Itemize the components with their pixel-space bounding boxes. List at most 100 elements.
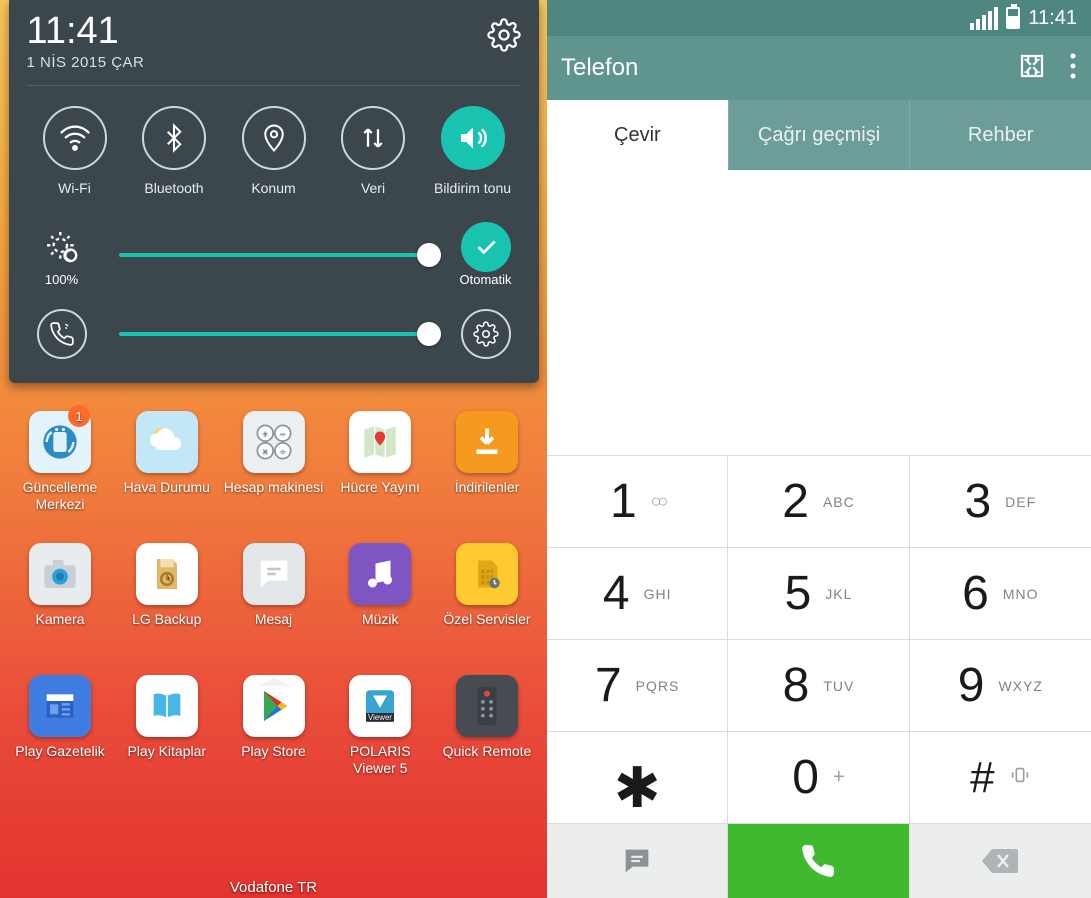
ringer-slider[interactable]: [119, 332, 429, 336]
brightness-label: 100%: [45, 272, 78, 287]
calc-icon: +−× ÷: [243, 411, 305, 473]
sim-icon: [456, 543, 518, 605]
svg-text:×: ×: [262, 446, 268, 458]
tab-bar: Çevir Çağrı geçmişi Rehber: [547, 100, 1091, 170]
volume-row: [27, 309, 521, 359]
status-time: 11:41: [1028, 7, 1077, 30]
key-3[interactable]: 3DEF: [910, 456, 1091, 548]
overflow-menu-button[interactable]: [1069, 51, 1077, 86]
app-polaris[interactable]: Viewer POLARIS Viewer 5: [330, 675, 430, 777]
key-2[interactable]: 2ABC: [728, 456, 909, 548]
app-music[interactable]: Müzik: [330, 543, 430, 645]
weather-icon: [136, 411, 198, 473]
key-7[interactable]: 7PQRS: [547, 640, 728, 732]
tab-history[interactable]: Çağrı geçmişi: [728, 100, 910, 170]
playstore-icon: [243, 675, 305, 737]
svg-text:÷: ÷: [279, 446, 285, 458]
app-camera[interactable]: Kamera: [10, 543, 110, 645]
brightness-auto-label: Otomatik: [459, 272, 511, 287]
key-4[interactable]: 4GHI: [547, 548, 728, 640]
app-playstore[interactable]: Play Store: [224, 675, 324, 777]
location-icon: [242, 106, 306, 170]
app-calc[interactable]: +−×÷ Hesap makinesi: [224, 411, 324, 513]
qs-location[interactable]: Konum: [228, 106, 320, 196]
backup-icon: [136, 543, 198, 605]
quick-settings-screen: 11:41 1 NİS 2015 ÇAR Wi-Fi Bluetooth: [0, 0, 547, 898]
message-icon: [243, 543, 305, 605]
app-remote[interactable]: Quick Remote: [437, 675, 537, 777]
settings-button[interactable]: [487, 18, 521, 57]
app-update[interactable]: 1 Güncelleme Merkezi: [10, 411, 110, 513]
app-bar: Telefon: [547, 36, 1091, 100]
badge: 1: [68, 405, 90, 427]
signal-icon: [970, 7, 998, 30]
books-icon: [136, 675, 198, 737]
qs-bluetooth[interactable]: Bluetooth: [128, 106, 220, 196]
clock: 11:41 1 NİS 2015 ÇAR: [27, 12, 145, 71]
qs-data[interactable]: Veri: [327, 106, 419, 196]
qs-sound[interactable]: Bildirim tonu: [427, 106, 519, 196]
action-bar: [547, 824, 1091, 898]
maps-icon: [349, 411, 411, 473]
brightness-icon[interactable]: [37, 222, 87, 272]
ringer-thumb[interactable]: [417, 322, 441, 346]
backspace-button[interactable]: [910, 824, 1091, 898]
app-title: Telefon: [561, 54, 638, 82]
key-8[interactable]: 8TUV: [728, 640, 909, 732]
clock-date: 1 NİS 2015 ÇAR: [27, 54, 145, 71]
key-5[interactable]: 5JKL: [728, 548, 909, 640]
carrier-label: Vodafone TR: [0, 879, 547, 896]
svg-text:+: +: [262, 429, 268, 441]
vibrate-icon: [1009, 764, 1031, 791]
app-maps[interactable]: Hücre Yayını: [330, 411, 430, 513]
notification-panel: 11:41 1 NİS 2015 ÇAR Wi-Fi Bluetooth: [9, 0, 539, 383]
brightness-thumb[interactable]: [417, 243, 441, 267]
key-hash[interactable]: #: [910, 732, 1091, 824]
download-icon: [456, 411, 518, 473]
quick-settings-row: Wi-Fi Bluetooth Konum Veri: [27, 106, 521, 196]
app-books[interactable]: Play Kitaplar: [117, 675, 217, 777]
polaris-icon: Viewer: [349, 675, 411, 737]
brightness-row: 100% Otomatik: [27, 222, 521, 287]
bluetooth-icon: [142, 106, 206, 170]
dialer-screen: 11:41 Telefon Çevir Çağrı geçmişi Rehber…: [547, 0, 1091, 898]
camera-icon: [29, 543, 91, 605]
wifi-icon: [43, 106, 107, 170]
app-news[interactable]: Play Gazetelik: [10, 675, 110, 777]
clock-time: 11:41: [27, 12, 145, 50]
app-services[interactable]: Özel Servisler: [437, 543, 537, 645]
tab-contacts[interactable]: Rehber: [909, 100, 1091, 170]
key-0[interactable]: 0+: [728, 732, 909, 824]
ringer-settings-button[interactable]: [461, 309, 511, 359]
keypad: 1○○ 2ABC 3DEF 4GHI 5JKL 6MNO 7PQRS 8TUV …: [547, 455, 1091, 824]
sound-icon: [441, 106, 505, 170]
svg-text:Viewer: Viewer: [368, 713, 392, 722]
app-downloads[interactable]: İndirilenler: [437, 411, 537, 513]
key-6[interactable]: 6MNO: [910, 548, 1091, 640]
key-1[interactable]: 1○○: [547, 456, 728, 548]
app-backup[interactable]: LG Backup: [117, 543, 217, 645]
news-icon: [29, 675, 91, 737]
message-button[interactable]: [547, 824, 728, 898]
data-icon: [341, 106, 405, 170]
svg-text:−: −: [279, 429, 285, 441]
call-button[interactable]: [728, 824, 909, 898]
battery-icon: [1006, 7, 1020, 29]
voicemail-icon: ○○: [651, 491, 665, 512]
remote-icon: [456, 675, 518, 737]
home-screen: 1 Güncelleme Merkezi Hava Durumu +−×÷ He…: [0, 383, 547, 777]
app-messages[interactable]: Mesaj: [224, 543, 324, 645]
key-9[interactable]: 9WXYZ: [910, 640, 1091, 732]
number-display: [547, 170, 1091, 455]
qs-wifi[interactable]: Wi-Fi: [29, 106, 121, 196]
app-weather[interactable]: Hava Durumu: [117, 411, 217, 513]
brightness-auto-toggle[interactable]: [461, 222, 511, 272]
panel-header: 11:41 1 NİS 2015 ÇAR: [27, 12, 521, 86]
brightness-slider[interactable]: [119, 253, 429, 257]
minimize-button[interactable]: [1017, 51, 1047, 86]
ringer-icon[interactable]: [37, 309, 87, 359]
status-bar: 11:41: [547, 0, 1091, 36]
tab-dial[interactable]: Çevir: [547, 100, 728, 170]
music-icon: [349, 543, 411, 605]
key-star[interactable]: ✱: [547, 732, 728, 824]
